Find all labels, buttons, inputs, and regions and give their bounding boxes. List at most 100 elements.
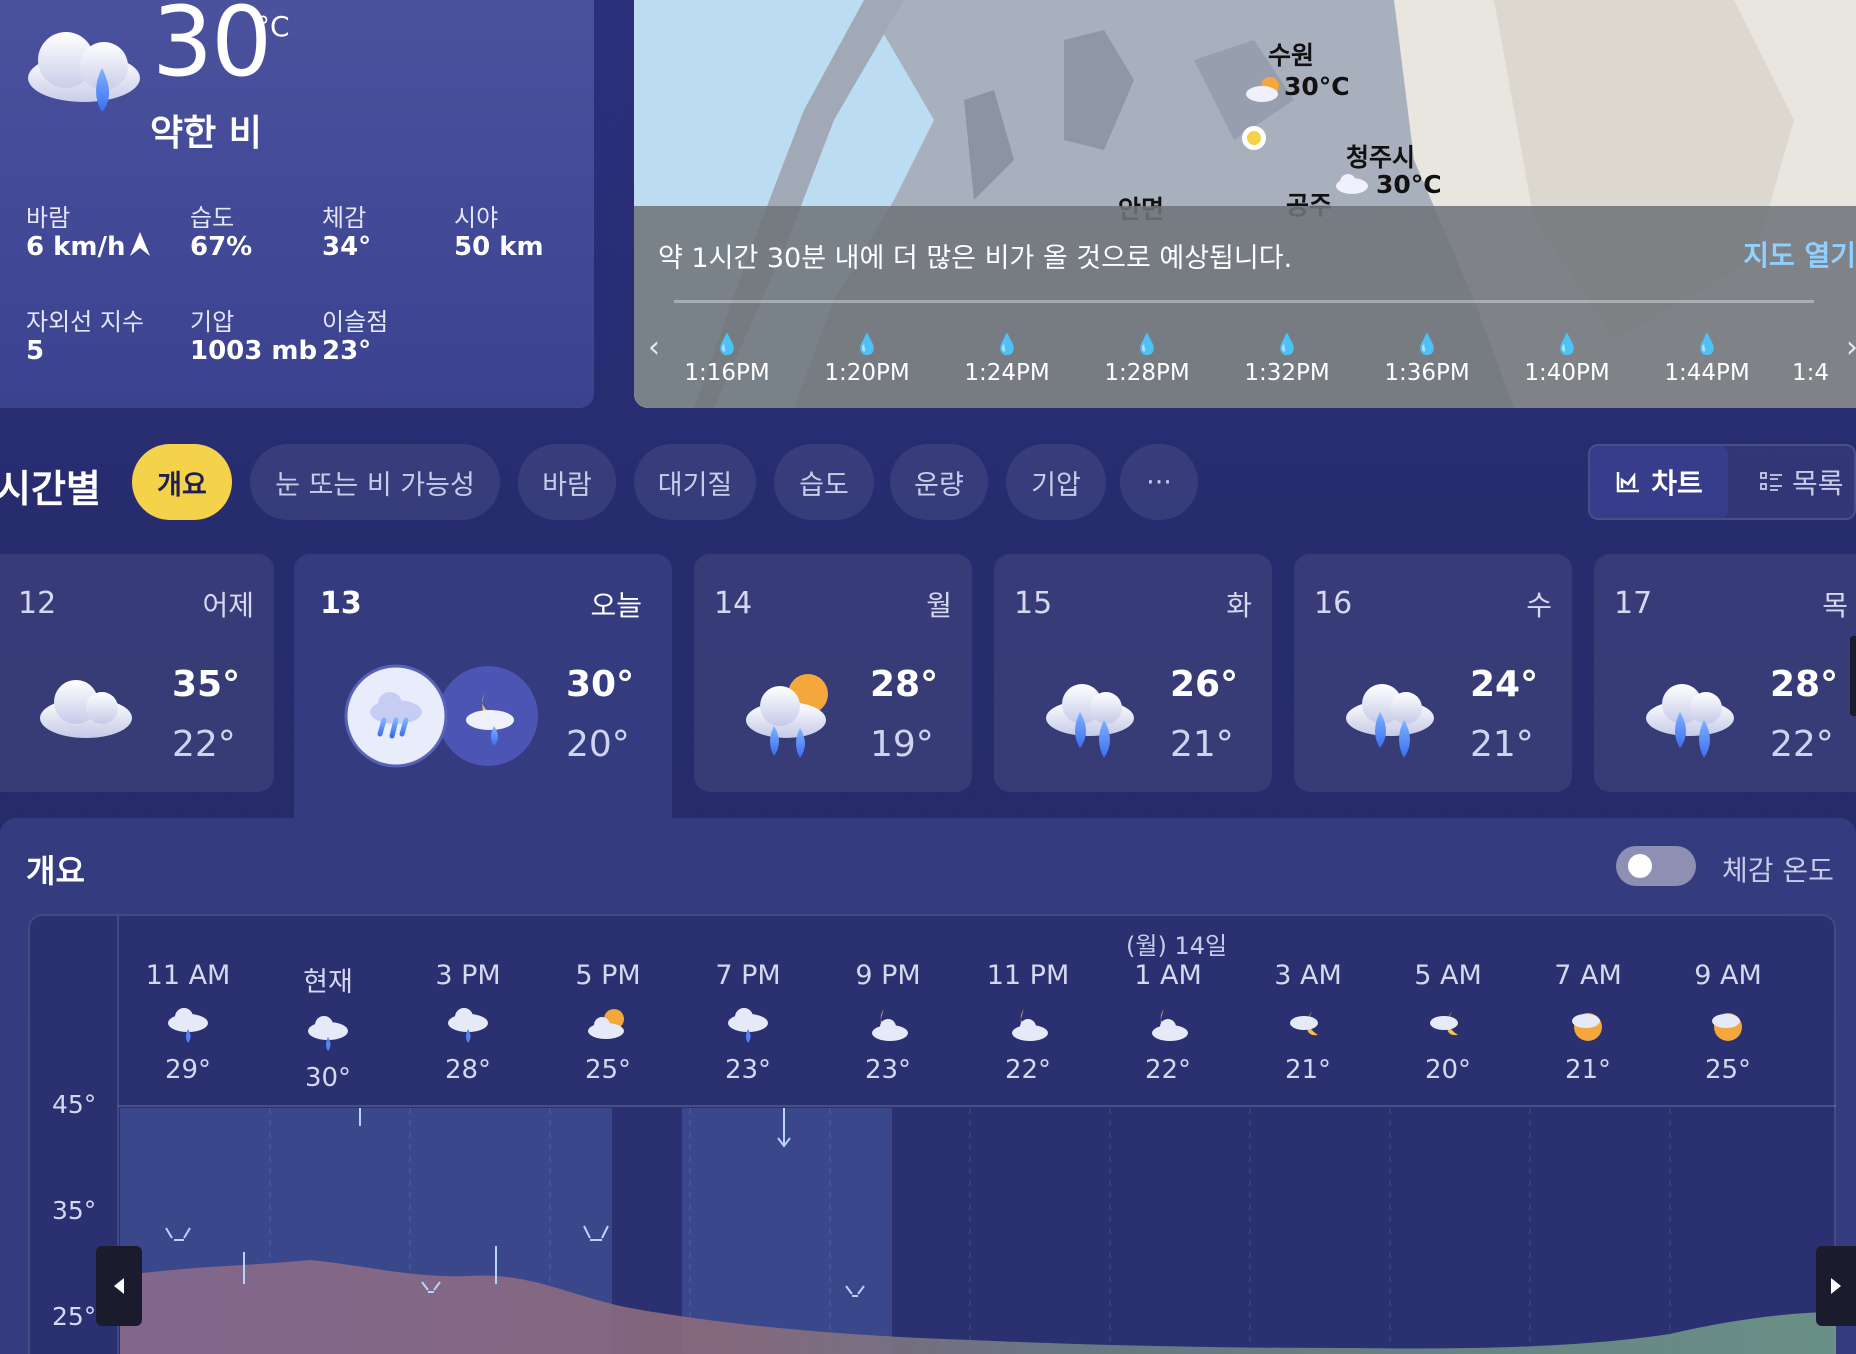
stat-value-humidity: 67% [190, 232, 253, 262]
hour-column[interactable]: 1 AM 22° [1108, 960, 1228, 1085]
day-number: 15 [1014, 586, 1053, 621]
map-city-name: 청주시 [1346, 143, 1416, 172]
hour-column[interactable]: 5 PM 25° [548, 960, 668, 1085]
tab-pressure[interactable]: 기압 [1006, 444, 1106, 520]
timeline-tick[interactable]: 1:4 [1792, 332, 1852, 386]
day-high-temp: 35° [172, 664, 241, 705]
tab-humidity[interactable]: 습도 [774, 444, 874, 520]
stat-label-feels-like: 체감 [322, 204, 367, 232]
raindrop-icon: 💧 [714, 332, 740, 356]
timeline-track[interactable] [674, 300, 1814, 303]
partly-cloudy-icon [1572, 1013, 1602, 1041]
rain-cloud-icon [1346, 684, 1434, 758]
day-low-temp: 21° [1170, 724, 1234, 765]
hour-column[interactable]: 7 PM 23° [688, 960, 808, 1085]
night-cloudy-icon [1152, 1009, 1188, 1041]
precipitation-message: 약 1시간 30분 내에 더 많은 비가 올 것으로 예상됩니다. [658, 243, 1293, 274]
day-card[interactable]: 16 수 24° 21° [1294, 554, 1572, 792]
timeline-tick[interactable]: 💧 1:16PM [672, 332, 782, 386]
chart-view-label: 차트 [1651, 467, 1703, 500]
caret-right-icon [1831, 1278, 1841, 1294]
day-scroll-handle[interactable] [1850, 636, 1856, 716]
raindrop-icon: 💧 [1694, 332, 1720, 356]
timeline-tick[interactable]: 💧 1:28PM [1092, 332, 1202, 386]
day-number: 12 [18, 586, 57, 621]
timeline-tick[interactable]: 💧 1:32PM [1232, 332, 1342, 386]
next-day-label: (월) 14일 [1126, 932, 1228, 960]
day-high-temp: 30° [566, 664, 635, 705]
stat-label-wind: 바람 [26, 204, 71, 232]
night-cloudy-icon [1290, 1011, 1318, 1036]
map-city-temp: 30°C [1376, 170, 1442, 199]
day-number: 17 [1614, 586, 1653, 621]
hour-column[interactable]: 3 AM 21° [1248, 960, 1368, 1085]
day-card[interactable]: 17 목 28° 22° [1594, 554, 1856, 792]
stat-label-pressure: 기압 [190, 308, 235, 336]
stat-label-uv: 자외선 지수 [26, 308, 145, 336]
day-card[interactable]: 14 월 28° 19° [694, 554, 972, 792]
tab-air-quality[interactable]: 대기질 [634, 444, 756, 520]
stat-value-uv: 5 [26, 336, 45, 366]
timeline-tick[interactable]: 💧 1:20PM [812, 332, 922, 386]
day-card[interactable]: 12 어제 35° 22° [0, 554, 274, 792]
day-card-today[interactable]: 13 오늘 30° 20° [294, 554, 672, 818]
stat-label-visibility: 시야 [454, 204, 499, 232]
sun-cloud-icon [1246, 77, 1279, 102]
chart-icon [1616, 472, 1640, 493]
rain-cloud-icon [728, 1008, 768, 1043]
open-map-link[interactable]: 지도 열기 [1743, 234, 1856, 274]
location-marker[interactable] [1242, 126, 1266, 150]
scroll-left-button[interactable] [96, 1246, 142, 1326]
current-conditions-card: 30 °C 약한 비 바람 6 km/h 습도 67% 체감 34° 시야 50… [0, 0, 594, 408]
hour-column[interactable]: 11 AM 29° [128, 960, 248, 1085]
night-cloudy-icon [1012, 1009, 1048, 1041]
overview-title: 개요 [26, 852, 85, 890]
tab-cloud-cover[interactable]: 운량 [890, 444, 988, 520]
day-low-temp: 20° [566, 724, 630, 765]
hour-column[interactable]: 현재 30° [268, 960, 388, 1093]
hour-column[interactable]: 3 PM 28° [408, 960, 528, 1085]
radar-map[interactable]: 수원 30°C 청주시 30°C 안면 공주 약 1시간 30분 내에 더 많은… [634, 0, 1856, 408]
chart-view-button[interactable]: 차트 [1590, 446, 1728, 518]
day-name: 수 [1526, 589, 1552, 622]
hour-column[interactable]: 9 PM 23° [828, 960, 948, 1085]
timeline-tick[interactable]: 💧 1:24PM [952, 332, 1062, 386]
rain-cloud-icon [448, 1008, 488, 1043]
hour-column[interactable]: 11 PM 22° [968, 960, 1088, 1085]
timeline-tick[interactable]: 💧 1:40PM [1512, 332, 1622, 386]
day-name: 오늘 [590, 589, 642, 622]
day-card[interactable]: 15 화 26° 21° [994, 554, 1272, 792]
raindrop-icon: 💧 [1414, 332, 1440, 356]
rain-cloud-icon [1046, 684, 1134, 758]
tab-precipitation[interactable]: 눈 또는 비 가능성 [250, 444, 500, 520]
tab-more[interactable]: ··· [1120, 444, 1198, 520]
day-low-temp: 21° [1470, 724, 1534, 765]
rain-cloud-icon [344, 664, 538, 768]
hourly-section-title: 시간별 [0, 467, 101, 511]
stat-label-humidity: 습도 [190, 204, 235, 232]
tab-overview[interactable]: 개요 [132, 444, 232, 520]
day-low-temp: 22° [172, 724, 236, 765]
day-name: 화 [1226, 589, 1252, 622]
scroll-right-button[interactable] [1816, 1246, 1856, 1326]
hour-column[interactable]: 7 AM 21° [1528, 960, 1648, 1085]
map-city-temp: 30°C [1284, 72, 1350, 101]
current-condition: 약한 비 [150, 113, 262, 154]
day-high-temp: 28° [870, 664, 939, 705]
precipitation-timeline-panel: 약 1시간 30분 내에 더 많은 비가 올 것으로 예상됩니다. 지도 열기 … [634, 206, 1856, 408]
day-number: 14 [714, 586, 753, 621]
stat-value-dew-point: 23° [322, 336, 372, 366]
timeline-tick[interactable]: 💧 1:44PM [1652, 332, 1762, 386]
hour-column[interactable]: 9 AM 25° [1668, 960, 1788, 1085]
timeline-prev-icon[interactable]: ‹ [648, 330, 660, 365]
day-low-temp: 22° [1770, 724, 1834, 765]
timeline-tick[interactable]: 💧 1:36PM [1372, 332, 1482, 386]
list-icon [1760, 472, 1782, 491]
day-number: 13 [320, 586, 362, 621]
toggle-knob[interactable] [1628, 854, 1652, 878]
tab-wind[interactable]: 바람 [518, 444, 616, 520]
partly-cloudy-icon [588, 1009, 624, 1039]
list-view-button[interactable]: 목록 [1760, 446, 1856, 518]
hour-column[interactable]: 5 AM 20° [1388, 960, 1508, 1085]
y-axis-label: 35° [52, 1196, 97, 1225]
